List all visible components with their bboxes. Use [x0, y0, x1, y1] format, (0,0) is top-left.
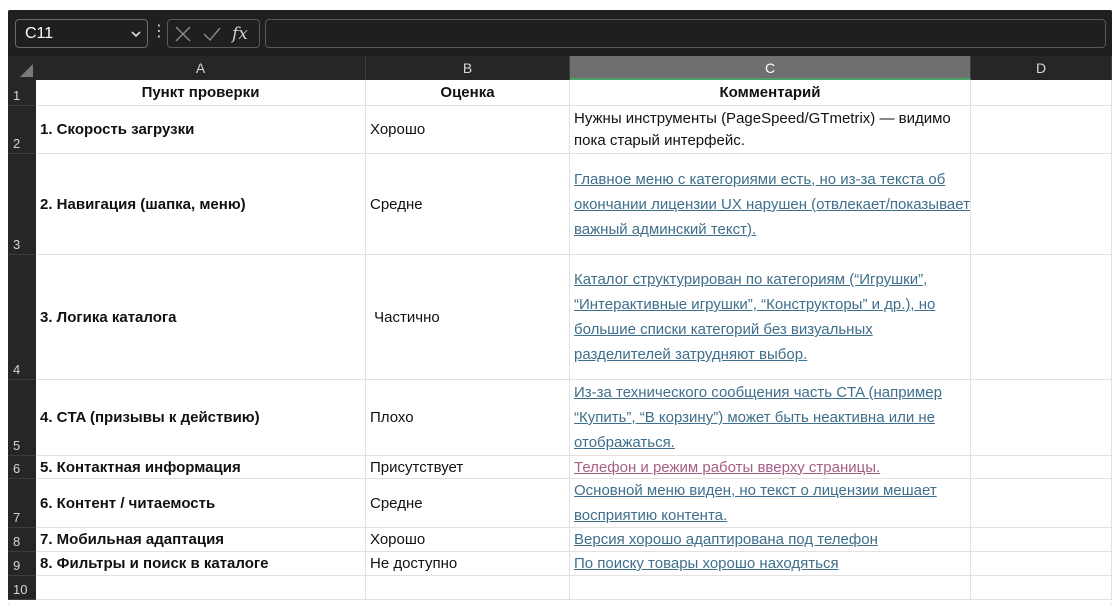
comment-link[interactable]: Главное меню с категориями есть, но из-з…: [574, 167, 970, 242]
comment-link[interactable]: По поиску товары хорошо находяться: [574, 552, 839, 575]
cell-b1[interactable]: Оценка: [366, 80, 570, 106]
select-all-corner[interactable]: [8, 56, 36, 80]
cell-c1[interactable]: Комментарий: [570, 80, 971, 106]
cell-d8[interactable]: [971, 528, 1112, 552]
cell-d7[interactable]: [971, 479, 1112, 528]
row-header-3[interactable]: 3: [8, 154, 36, 255]
row-header-8[interactable]: 8: [8, 528, 36, 552]
comment-link[interactable]: Из-за технического сообщения часть CTA (…: [574, 380, 970, 455]
comment-link[interactable]: Основной меню виден, но текст о лицензии…: [574, 479, 970, 527]
row-number: 1: [13, 88, 21, 103]
row-number: 3: [13, 237, 21, 252]
cell-d4[interactable]: [971, 255, 1112, 380]
cell-c2[interactable]: Нужны инструменты (PageSpeed/GTmetrix) —…: [570, 106, 971, 154]
column-header-c[interactable]: C: [570, 56, 971, 80]
cell-d5[interactable]: [971, 380, 1112, 456]
cell-b10[interactable]: [366, 576, 570, 600]
cell-d9[interactable]: [971, 552, 1112, 576]
cell-c6[interactable]: Телефон и режим работы вверху страницы.: [570, 456, 971, 479]
column-header-b[interactable]: B: [366, 56, 570, 80]
comment-link[interactable]: Телефон и режим работы вверху страницы.: [574, 456, 880, 478]
row-header-1[interactable]: 1: [8, 80, 36, 106]
formula-actions: fx: [167, 19, 260, 48]
cell-c10[interactable]: [570, 576, 971, 600]
cell-a1[interactable]: Пункт проверки: [36, 80, 366, 106]
cell-b2[interactable]: Хорошо: [366, 106, 570, 154]
row-number: 7: [13, 510, 21, 525]
column-header-a[interactable]: A: [36, 56, 366, 80]
cell-d3[interactable]: [971, 154, 1112, 255]
cell-a2[interactable]: 1. Скорость загрузки: [36, 106, 366, 154]
cell-a3[interactable]: 2. Навигация (шапка, меню): [36, 154, 366, 255]
row-header-4[interactable]: 4: [8, 255, 36, 380]
cell-c8[interactable]: Версия хорошо адаптирована под телефон: [570, 528, 971, 552]
cell-b9[interactable]: Не доступно: [366, 552, 570, 576]
cell-c5[interactable]: Из-за технического сообщения часть CTA (…: [570, 380, 971, 456]
row-number: 5: [13, 438, 21, 453]
column-title: Комментарий: [719, 84, 821, 101]
cell-d1[interactable]: [971, 80, 1112, 106]
function-icon[interactable]: fx: [232, 25, 254, 43]
cell-c7[interactable]: Основной меню виден, но текст о лицензии…: [570, 479, 971, 528]
row-number: 8: [13, 534, 21, 549]
cell-b5[interactable]: Плохо: [366, 380, 570, 456]
cell-a6[interactable]: 5. Контактная информация: [36, 456, 366, 479]
cell-d6[interactable]: [971, 456, 1112, 479]
cell-a10[interactable]: [36, 576, 366, 600]
cell-b6[interactable]: Присутствует: [366, 456, 570, 479]
row-number: 2: [13, 136, 21, 151]
cell-a5[interactable]: 4. CTA (призывы к действию): [36, 380, 366, 456]
spreadsheet-window: C11 ⋮ fx A B C D 1 Пункт проверки Оценка Коммен…: [8, 10, 1112, 605]
cell-b8[interactable]: Хорошо: [366, 528, 570, 552]
row-header-7[interactable]: 7: [8, 479, 36, 528]
name-box[interactable]: C11: [15, 19, 148, 48]
cancel-icon[interactable]: [174, 25, 192, 43]
cell-a9[interactable]: 8. Фильтры и поиск в каталоге: [36, 552, 366, 576]
chevron-down-icon[interactable]: [131, 29, 141, 39]
row-header-9[interactable]: 9: [8, 552, 36, 576]
row-number: 9: [13, 558, 21, 573]
cell-b4[interactable]: Частично: [366, 255, 570, 380]
comment-text: Нужны инструменты (PageSpeed/GTmetrix) —…: [574, 109, 951, 149]
column-header-d[interactable]: D: [971, 56, 1112, 80]
cell-d2[interactable]: [971, 106, 1112, 154]
comment-link[interactable]: Каталог структурирован по категориям (“И…: [574, 267, 970, 367]
formula-bar: C11 ⋮ fx: [8, 10, 1112, 56]
row-header-6[interactable]: 6: [8, 456, 36, 479]
row-header-10[interactable]: 10: [8, 576, 36, 600]
cell-c3[interactable]: Главное меню с категориями есть, но из-з…: [570, 154, 971, 255]
cell-b3[interactable]: Средне: [366, 154, 570, 255]
name-box-value: C11: [25, 25, 54, 42]
row-number: 6: [13, 461, 21, 476]
sheet-grid: A B C D 1 Пункт проверки Оценка Комментарий 2 1. …: [8, 56, 1112, 605]
formula-input[interactable]: [265, 19, 1106, 48]
row-number: 4: [13, 362, 21, 377]
row-number: 10: [13, 582, 28, 597]
more-options-icon[interactable]: ⋮: [151, 22, 167, 44]
cell-c4[interactable]: Каталог структурирован по категориям (“И…: [570, 255, 971, 380]
row-header-2[interactable]: 2: [8, 106, 36, 154]
row-header-5[interactable]: 5: [8, 380, 36, 456]
cell-a8[interactable]: 7. Мобильная адаптация: [36, 528, 366, 552]
comment-link[interactable]: Версия хорошо адаптирована под телефон: [574, 528, 878, 551]
cell-d10[interactable]: [971, 576, 1112, 600]
check-icon[interactable]: [202, 25, 222, 43]
cell-a7[interactable]: 6. Контент / читаемость: [36, 479, 366, 528]
cell-a4[interactable]: 3. Логика каталога: [36, 255, 366, 380]
cell-c9[interactable]: По поиску товары хорошо находяться: [570, 552, 971, 576]
cell-b7[interactable]: Средне: [366, 479, 570, 528]
